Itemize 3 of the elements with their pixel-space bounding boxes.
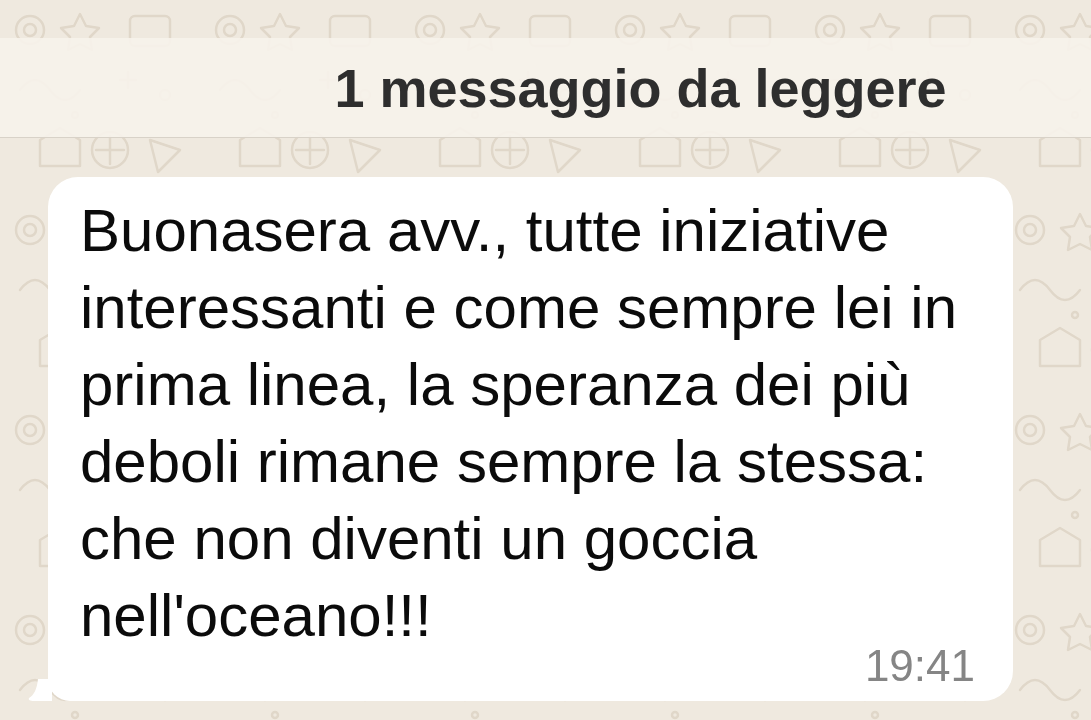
unread-label: 1 messaggio da leggere <box>334 56 947 119</box>
message-text: Buonasera avv., tutte iniziative interessanti e come sempre lei in prima linea, la speranza dei più deboli rimane sempre la stessa: che non diventi un goccia nell'oceano!!! <box>80 197 958 649</box>
message-time: 19:41 <box>864 650 975 682</box>
